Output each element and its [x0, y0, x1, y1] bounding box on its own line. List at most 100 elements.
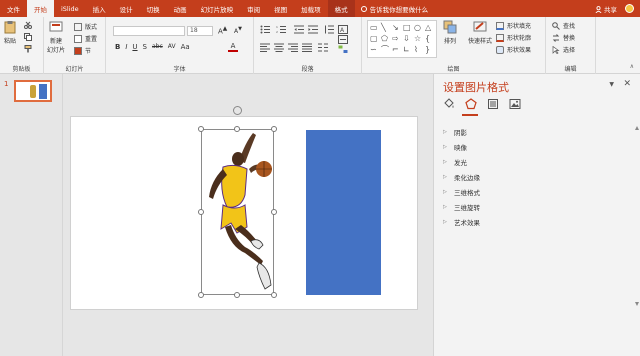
decrease-indent-icon[interactable] — [294, 25, 304, 34]
collapse-ribbon-icon[interactable]: ∧ — [630, 63, 634, 70]
shape-fill-button[interactable]: 形状填充 — [496, 21, 531, 30]
shape-right-arrow-icon[interactable]: ⇨ — [392, 34, 402, 44]
resize-handle-bottom[interactable] — [234, 292, 240, 298]
font-size-combo[interactable]: 18 — [187, 26, 213, 36]
bold-button[interactable]: B — [115, 43, 120, 51]
tab-slideshow[interactable]: 幻灯片放映 — [194, 0, 241, 17]
increase-indent-icon[interactable] — [308, 25, 318, 34]
tab-transitions[interactable]: 切换 — [140, 0, 167, 17]
pane-options-icon[interactable]: ▼ — [609, 81, 614, 88]
copy-icon[interactable] — [24, 33, 32, 41]
section-button[interactable]: 节 — [74, 46, 91, 55]
tab-islide[interactable]: iSlide — [54, 0, 86, 17]
shape-pentagon-icon[interactable]: ⬠ — [381, 34, 391, 44]
layout-button[interactable]: 版式 — [74, 22, 97, 31]
underline-button[interactable]: U — [132, 43, 137, 51]
resize-handle-left[interactable] — [198, 209, 204, 215]
shape-down-arrow-icon[interactable]: ⇩ — [403, 34, 413, 44]
numbering-icon[interactable]: 12 — [276, 25, 286, 34]
shapes-gallery[interactable]: ▭ ╲ ↘ □ ○ △ ▢ ⬠ ⇨ ⇩ ☆ { ∽ ⌒ ⌐ ∟ ⌇ } — [367, 20, 437, 58]
shape-star-icon[interactable]: ☆ — [414, 34, 424, 44]
resize-handle-top-right[interactable] — [271, 126, 277, 132]
shape-line-icon[interactable]: ╲ — [381, 23, 391, 33]
tab-view[interactable]: 视图 — [267, 0, 294, 17]
font-name-combo[interactable] — [113, 26, 185, 36]
slide-thumbnail[interactable] — [14, 80, 52, 102]
section-3d-format[interactable]: ▷ 三维格式 — [443, 184, 633, 199]
shrink-font-icon[interactable]: A▼ — [234, 26, 242, 35]
smartart-icon[interactable] — [338, 45, 348, 54]
tab-file[interactable]: 文件 — [0, 0, 27, 17]
shape-connector-icon[interactable]: ⌇ — [414, 45, 424, 55]
shape-bracket-icon[interactable]: ⌐ — [392, 45, 402, 55]
font-color-button[interactable]: A — [228, 42, 238, 52]
line-spacing-icon[interactable] — [324, 25, 334, 34]
change-case-button[interactable]: Aa — [181, 43, 190, 51]
arrange-button[interactable]: 排列 — [443, 20, 457, 45]
resize-handle-right[interactable] — [271, 209, 277, 215]
tab-format[interactable]: 格式 — [327, 0, 355, 17]
share-button[interactable]: 共享 — [595, 4, 617, 14]
shape-textbox-icon[interactable]: ▭ — [370, 23, 380, 33]
tab-design[interactable]: 设计 — [113, 0, 140, 17]
tab-addins[interactable]: 加载项 — [294, 0, 328, 17]
tab-review[interactable]: 审阅 — [240, 0, 267, 17]
italic-button[interactable]: I — [125, 43, 127, 51]
shape-curve-icon[interactable]: ∽ — [370, 45, 380, 55]
section-shadow[interactable]: ▷ 阴影 — [443, 124, 633, 139]
char-spacing-button[interactable]: AV — [168, 43, 176, 51]
shape-triangle-icon[interactable]: △ — [425, 23, 435, 33]
size-properties-icon[interactable] — [487, 98, 499, 110]
resize-handle-top[interactable] — [234, 126, 240, 132]
close-icon[interactable]: ✕ — [623, 79, 631, 89]
shape-rounded-rect-icon[interactable]: ▢ — [370, 34, 380, 44]
bullets-icon[interactable] — [260, 25, 270, 34]
section-reflection[interactable]: ▷ 映像 — [443, 139, 633, 154]
tell-me-box[interactable]: 告诉我你想要做什么 — [360, 0, 428, 17]
align-text-icon[interactable] — [338, 35, 348, 44]
quick-styles-button[interactable]: 快速样式 — [468, 20, 492, 45]
tab-insert[interactable]: 插入 — [86, 0, 113, 17]
shape-rect-icon[interactable]: □ — [403, 23, 413, 33]
shape-l-icon[interactable]: ∟ — [403, 45, 413, 55]
pane-scrollbar[interactable] — [635, 126, 639, 306]
align-center-icon[interactable] — [274, 43, 284, 52]
resize-handle-bottom-right[interactable] — [271, 292, 277, 298]
select-button[interactable]: 选择 — [552, 45, 575, 54]
paste-button[interactable]: 粘贴 — [3, 20, 17, 45]
find-button[interactable]: 查找 — [552, 21, 575, 30]
resize-handle-bottom-left[interactable] — [198, 292, 204, 298]
reset-button[interactable]: 重置 — [74, 34, 97, 43]
shape-outline-button[interactable]: 形状轮廓 — [496, 33, 531, 42]
columns-icon[interactable] — [318, 43, 328, 52]
strikethrough-button[interactable]: S — [143, 43, 147, 51]
tab-home[interactable]: 开始 — [27, 0, 54, 17]
strikethrough-abc-button[interactable]: abc — [152, 43, 163, 51]
text-direction-icon[interactable]: A — [338, 25, 348, 34]
fill-line-icon[interactable] — [443, 98, 455, 110]
new-slide-button[interactable]: 新建 幻灯片 — [47, 20, 65, 54]
shape-arrow-icon[interactable]: ↘ — [392, 23, 402, 33]
resize-handle-top-left[interactable] — [198, 126, 204, 132]
replace-button[interactable]: 替换 — [552, 33, 575, 42]
section-glow[interactable]: ▷ 发光 — [443, 154, 633, 169]
shape-oval-icon[interactable]: ○ — [414, 23, 424, 33]
picture-icon[interactable] — [509, 98, 521, 110]
blue-rectangle-shape[interactable] — [306, 130, 381, 295]
shape-close-brace-icon[interactable]: } — [425, 45, 435, 55]
shape-effects-button[interactable]: 形状效果 — [496, 45, 531, 54]
section-soft-edges[interactable]: ▷ 柔化边缘 — [443, 169, 633, 184]
format-painter-icon[interactable] — [24, 45, 32, 53]
shape-chevron-icon[interactable]: ⌒ — [381, 45, 391, 55]
smiley-icon[interactable] — [625, 4, 634, 13]
rotate-handle-icon[interactable] — [233, 106, 242, 115]
align-right-icon[interactable] — [288, 43, 298, 52]
section-artistic-effects[interactable]: ▷ 艺术效果 — [443, 214, 633, 229]
section-3d-rotation[interactable]: ▷ 三维旋转 — [443, 199, 633, 214]
grow-font-icon[interactable]: A▲ — [218, 26, 227, 35]
effects-pentagon-icon[interactable] — [465, 98, 477, 110]
cut-icon[interactable] — [24, 21, 32, 29]
shape-brace-icon[interactable]: { — [425, 34, 435, 44]
justify-icon[interactable] — [302, 43, 312, 52]
align-left-icon[interactable] — [260, 43, 270, 52]
